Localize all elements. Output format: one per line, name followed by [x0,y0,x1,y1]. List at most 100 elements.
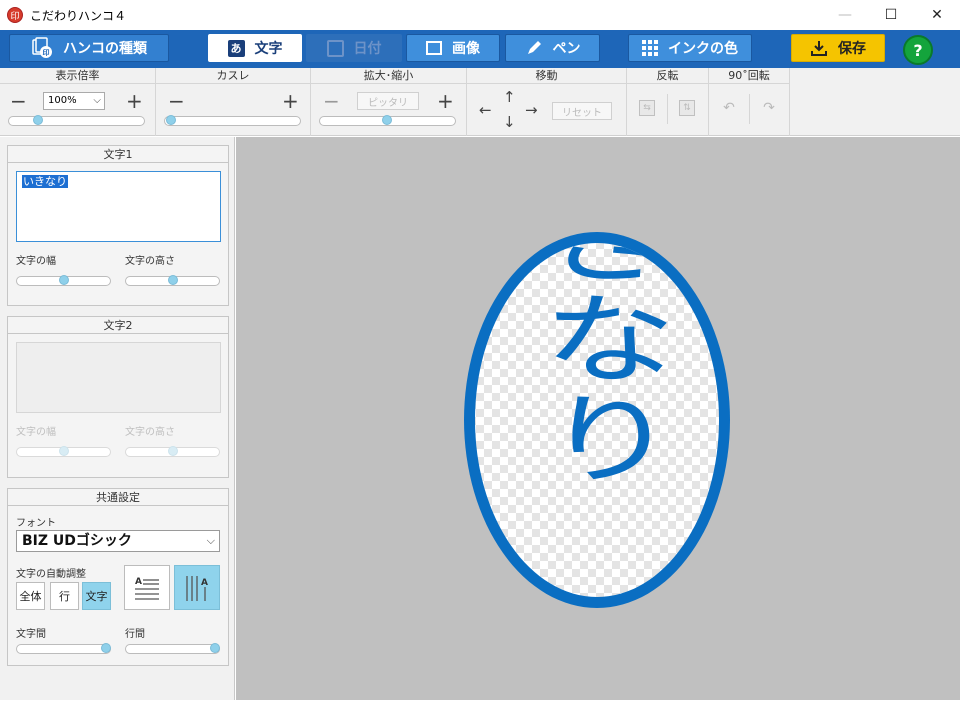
hanko-type-label: ハンコの種類 [63,41,147,57]
text2-height-slider[interactable] [125,446,220,457]
scale-minus-button[interactable]: − [323,91,340,111]
rotate-left-icon[interactable]: ↶ [721,100,737,116]
text2-box: 文字2 文字の幅 文字の高さ [7,316,229,478]
pen-icon [525,39,543,57]
kasure-plus-button[interactable]: + [282,91,299,111]
image-icon [426,41,442,55]
move-left-button[interactable]: ← [479,101,492,119]
image-mode-label: 画像 [452,41,480,57]
vertical-text-icon: A [186,575,208,601]
kasure-group: カスレ − + [156,68,311,136]
text1-header: 文字1 [8,146,228,163]
rotate-right-icon[interactable]: ↷ [761,100,777,116]
text-mode-button[interactable]: あ 文字 [208,34,302,62]
pen-mode-label: ペン [552,41,581,57]
text2-width-knob[interactable] [59,446,69,456]
text1-width-label: 文字の幅 [16,256,56,267]
move-down-button[interactable]: ↓ [503,113,516,131]
kasure-minus-button[interactable]: − [168,91,185,111]
char-spacing-slider[interactable] [16,643,111,654]
ink-color-button[interactable]: インクの色 [628,34,752,62]
text1-height-knob[interactable] [168,275,178,285]
zoom-minus-button[interactable]: − [10,91,27,111]
ink-color-label: インクの色 [668,41,738,57]
text2-header: 文字2 [8,317,228,334]
adjust-line-button[interactable]: 行 [50,582,79,610]
date-mode-label: 日付 [353,41,382,57]
svg-text:A: A [201,578,208,588]
settings-bar: 表示倍率 − 100% ⌵ + カスレ − + 拡大･縮小 − ピッタリ + 移… [0,68,960,136]
font-value: BIZ UDゴシック [22,533,132,549]
reset-button[interactable]: リセット [552,102,612,120]
scale-plus-button[interactable]: + [437,91,454,111]
line-spacing-knob[interactable] [210,643,220,653]
date-mode-button[interactable]: 日付 [306,34,402,62]
divider [749,94,750,124]
close-button[interactable]: ✕ [914,0,960,30]
char-spacing-label: 文字間 [16,629,46,640]
color-grid-icon [642,40,658,56]
text1-value: いきなり [22,175,68,188]
main-toolbar: 印 ハンコの種類 あ 文字 日付 画像 ペン インクの色 保存 ? [0,30,960,68]
scale-header: 拡大･縮小 [311,68,466,84]
auto-adjust-label: 文字の自動調整 [16,569,86,580]
kasure-slider[interactable] [164,115,301,126]
vertical-layout-button[interactable]: A [174,565,220,610]
flip-vertical-icon[interactable]: ⇅ [679,100,695,116]
zoom-slider[interactable] [8,115,145,126]
pen-mode-button[interactable]: ペン [505,34,600,62]
move-up-button[interactable]: ↑ [503,88,516,106]
app-logo-icon: 印 [7,7,23,23]
text1-input[interactable]: いきなり [16,171,221,242]
flip-group: 反転 ⇆ ⇅ [627,68,709,136]
adjust-char-button[interactable]: 文字 [82,582,111,610]
char-spacing-knob[interactable] [101,643,111,653]
save-button[interactable]: 保存 [791,34,885,62]
divider [667,94,668,124]
calendar-icon [326,39,344,57]
text1-width-knob[interactable] [59,275,69,285]
font-label: フォント [16,518,56,529]
kasure-slider-knob[interactable] [166,115,176,125]
image-mode-button[interactable]: 画像 [406,34,500,62]
text-mode-label: 文字 [254,41,283,57]
minimize-button[interactable]: — [822,0,868,30]
line-spacing-slider[interactable] [125,643,220,654]
stamp-preview[interactable]: いきなり [236,137,960,700]
fit-button[interactable]: ピッタリ [357,92,419,110]
scale-slider[interactable] [319,115,456,126]
maximize-button[interactable]: ☐ [868,0,914,30]
zoom-slider-knob[interactable] [33,115,43,125]
text1-box: 文字1 いきなり 文字の幅 文字の高さ [7,145,229,306]
zoom-plus-button[interactable]: + [126,91,143,111]
svg-text:A: A [135,577,142,587]
rotate-group: 90˚回転 ↶ ↷ [709,68,790,136]
stamp-text: いきなり [519,137,676,487]
stamp-text-group: いきなり [519,137,676,487]
zoom-group: 表示倍率 − 100% ⌵ + [0,68,156,136]
help-button[interactable]: ? [903,35,933,65]
adjust-all-button[interactable]: 全体 [16,582,45,610]
horizontal-text-icon: A [135,577,159,600]
zoom-select[interactable]: 100% ⌵ [43,92,105,110]
text1-height-slider[interactable] [125,275,220,286]
text1-height-label: 文字の高さ [125,256,175,267]
text2-height-knob[interactable] [168,446,178,456]
text1-width-slider[interactable] [16,275,111,286]
zoom-header: 表示倍率 [0,68,155,84]
move-right-button[interactable]: → [525,101,538,119]
stamp-canvas[interactable]: いきなり [236,137,960,700]
move-header: 移動 [467,68,626,84]
font-select[interactable]: BIZ UDゴシック ⌵ [16,530,220,552]
chevron-down-icon: ⌵ [206,534,215,547]
zoom-value: 100% [48,95,77,106]
scale-slider-knob[interactable] [382,115,392,125]
left-panel: 文字1 いきなり 文字の幅 文字の高さ 文字2 文字の幅 文字の高さ 共通設定 … [0,137,235,700]
text2-width-slider[interactable] [16,446,111,457]
flip-horizontal-icon[interactable]: ⇆ [639,100,655,116]
horizontal-layout-button[interactable]: A [124,565,170,610]
hanko-type-button[interactable]: 印 ハンコの種類 [9,34,169,62]
text2-input[interactable] [16,342,221,413]
text2-width-label: 文字の幅 [16,427,56,438]
move-group: 移動 ↑ ← → ↓ リセット [467,68,627,136]
